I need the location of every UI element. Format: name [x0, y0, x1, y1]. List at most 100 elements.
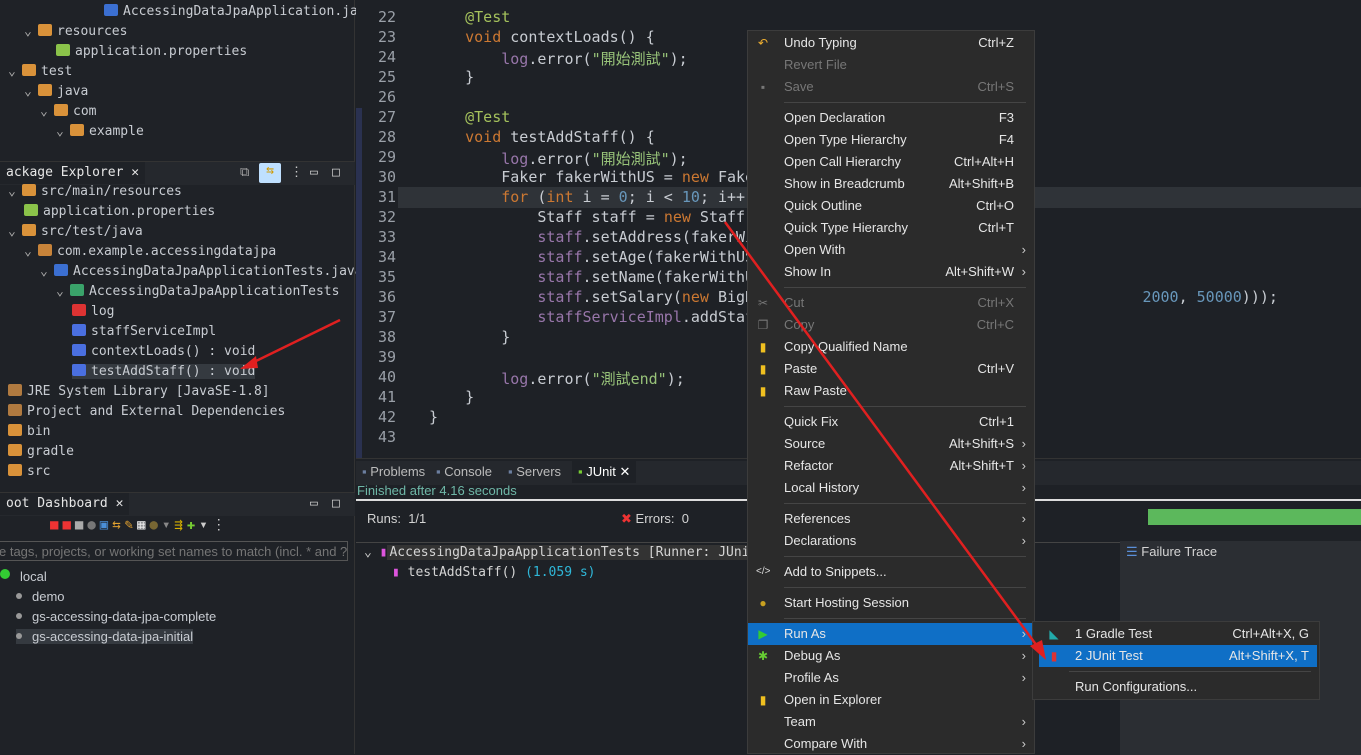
menu-item-open-type-hierarchy[interactable]: Open Type Hierarchy F4 [748, 129, 1034, 151]
stop-icon[interactable]: ■ [75, 517, 87, 533]
tree-item[interactable]: ⌄ AccessingDataJpaApplicationTests.java [40, 264, 363, 279]
tab-package-explorer[interactable]: ackage Explorer ✕ [0, 162, 146, 184]
tree-item[interactable]: gs-accessing-data-jpa-initial [16, 629, 194, 644]
code-line[interactable]: @Test [429, 8, 510, 26]
add-icon[interactable]: ✚ [187, 517, 199, 533]
tree-item[interactable]: contextLoads() : void [72, 344, 255, 359]
tree-item[interactable]: testAddStaff() : void [72, 364, 256, 379]
test-suite-row[interactable]: ⌄ ▮ AccessingDataJpaApplicationTests [Run… [364, 545, 783, 560]
chevron-down-icon[interactable]: ⌄ [24, 84, 38, 99]
menu-item-cut[interactable]: ✂ Cut Ctrl+X [748, 292, 1034, 314]
code-line[interactable]: @Test [429, 108, 510, 126]
open-console-icon[interactable]: ● [87, 517, 99, 533]
close-icon[interactable]: ✕ [131, 165, 139, 180]
view-menu-icon[interactable]: ⋮ [290, 165, 303, 180]
tree-item[interactable]: ⌄ resources [24, 24, 127, 39]
tab-servers[interactable]: ▪ Servers [502, 461, 567, 483]
tree-item[interactable]: ⌄ com [40, 104, 96, 119]
tree-item[interactable]: gs-accessing-data-jpa-complete [16, 609, 216, 624]
menu-item-2-junit-test[interactable]: ▮ 2 JUnit Test Alt+Shift+X, T [1039, 645, 1317, 667]
link-with-editor-icon[interactable]: ⇆ [259, 163, 281, 183]
code-line[interactable]: log.error("測試end"); [429, 368, 685, 389]
close-icon[interactable]: ✕ [116, 496, 124, 511]
chevron-down-icon[interactable]: ⌄ [56, 124, 70, 139]
code-line[interactable]: void contextLoads() { [429, 28, 655, 46]
menu-item-team[interactable]: Team › [748, 711, 1034, 733]
menu-item-copy-qualified-name[interactable]: ▮ Copy Qualified Name [748, 336, 1034, 358]
menu-item-undo-typing[interactable]: ↶ Undo Typing Ctrl+Z [748, 32, 1034, 54]
properties-icon[interactable]: ▦ [137, 517, 149, 533]
chevron-down-icon[interactable]: ⌄ [24, 244, 38, 259]
menu-item-open-declaration[interactable]: Open Declaration F3 [748, 107, 1034, 129]
test-case-row[interactable]: ▮ testAddStaff() (1.059 s) [392, 565, 596, 580]
collapse-all-icon[interactable]: ⧉ [240, 165, 249, 180]
menu-item-show-in-breadcrumb[interactable]: Show in Breadcrumb Alt+Shift+B [748, 173, 1034, 195]
tree-item[interactable]: application.properties [56, 44, 247, 59]
tab-junit[interactable]: ▪ JUnit ✕ [572, 461, 637, 483]
tree-item[interactable]: ⌄ AccessingDataJpaApplicationTests [56, 284, 339, 299]
chevron-down-icon[interactable]: ⌄ [40, 104, 54, 119]
dropdown-icon[interactable]: ▾ [199, 517, 211, 533]
menu-item-raw-paste[interactable]: ▮ Raw Paste [748, 380, 1034, 402]
view-menu-icon[interactable]: ⋮ [212, 517, 230, 533]
tree-item[interactable]: ⌄ test [8, 64, 72, 79]
tree-item[interactable]: Project and External Dependencies [8, 404, 285, 419]
menu-item-refactor[interactable]: Refactor Alt+Shift+T › [748, 455, 1034, 477]
menu-item-show-in[interactable]: Show In Alt+Shift+W › [748, 261, 1034, 283]
maximize-icon[interactable]: □ [332, 165, 340, 180]
edit-icon[interactable]: ✎ [125, 517, 137, 533]
code-line[interactable]: log.error("開始測試"); [429, 48, 687, 69]
menu-item-1-gradle-test[interactable]: ◣ 1 Gradle Test Ctrl+Alt+X, G [1039, 623, 1317, 645]
dropdown-icon[interactable]: ▾ [162, 517, 174, 533]
menu-item-quick-type-hierarchy[interactable]: Quick Type Hierarchy Ctrl+T [748, 217, 1034, 239]
menu-item-profile-as[interactable]: Profile As › [748, 667, 1034, 689]
menu-item-quick-outline[interactable]: Quick Outline Ctrl+O [748, 195, 1034, 217]
chevron-down-icon[interactable]: ⌄ [8, 184, 22, 199]
menu-item-local-history[interactable]: Local History › [748, 477, 1034, 499]
debug-icon[interactable]: ■ [62, 517, 74, 533]
menu-item-source[interactable]: Source Alt+Shift+S › [748, 433, 1034, 455]
tree-item[interactable]: bin [8, 424, 50, 439]
tab-console[interactable]: ▪ Console [430, 461, 498, 483]
tree-item[interactable]: JRE System Library [JavaSE-1.8] [8, 384, 270, 399]
tree-item[interactable]: log [72, 304, 114, 319]
tree-item[interactable]: ⌄ src/main/resources [8, 184, 182, 199]
minimize-icon[interactable]: ▭ [310, 496, 318, 511]
tree-item[interactable]: ⌄ com.example.accessingdatajpa [24, 244, 276, 259]
start-icon[interactable]: ■ [50, 517, 62, 533]
code-line[interactable]: } [429, 328, 510, 346]
code-line[interactable]: Staff staff = new Staff(); [429, 208, 772, 226]
refresh-icon[interactable]: ⇆ [112, 517, 124, 533]
bulb-icon[interactable]: ● [150, 517, 162, 533]
code-line[interactable]: } [429, 68, 474, 86]
tree-item[interactable]: demo [16, 589, 65, 604]
close-icon[interactable]: ✕ [616, 464, 630, 479]
menu-item-debug-as[interactable]: ✱ Debug As › [748, 645, 1034, 667]
menu-item-add-to-snippets[interactable]: </> Add to Snippets... [748, 561, 1034, 583]
menu-item-open-in-explorer[interactable]: ▮ Open in Explorer [748, 689, 1034, 711]
menu-item-save[interactable]: ▪ Save Ctrl+S [748, 76, 1034, 98]
code-line[interactable]: log.error("開始測試"); [429, 148, 687, 169]
tree-item[interactable]: staffServiceImpl [72, 324, 216, 339]
menu-item-copy[interactable]: ❐ Copy Ctrl+C [748, 314, 1034, 336]
tab-problems[interactable]: ▪ Problems [356, 461, 431, 483]
menu-item-declarations[interactable]: Declarations › [748, 530, 1034, 552]
maximize-icon[interactable]: □ [332, 496, 340, 511]
menu-item-paste[interactable]: ▮ Paste Ctrl+V [748, 358, 1034, 380]
tree-item[interactable]: local [0, 569, 47, 584]
code-line[interactable]: } [429, 388, 474, 406]
chevron-down-icon[interactable]: ⌄ [56, 284, 70, 299]
tab-boot-dashboard[interactable]: oot Dashboard ✕ [0, 493, 130, 515]
menu-item-run-as[interactable]: ▶ Run As › [748, 623, 1034, 645]
menu-item-run-configurations[interactable]: Run Configurations... [1039, 676, 1317, 698]
filter-icon[interactable]: ⇶ [174, 517, 186, 533]
code-line[interactable]: void testAddStaff() { [429, 128, 655, 146]
chevron-down-icon[interactable]: ⌄ [40, 264, 54, 279]
menu-item-open-call-hierarchy[interactable]: Open Call Hierarchy Ctrl+Alt+H [748, 151, 1034, 173]
code-line[interactable]: for (int i = 0; i < 10; i++) { [429, 188, 772, 206]
menu-item-open-with[interactable]: Open With › [748, 239, 1034, 261]
tree-item[interactable]: gradle [8, 444, 74, 459]
tree-item[interactable]: ⌄ java [24, 84, 88, 99]
filter-input[interactable] [0, 541, 348, 561]
minimize-icon[interactable]: ▭ [310, 165, 318, 180]
